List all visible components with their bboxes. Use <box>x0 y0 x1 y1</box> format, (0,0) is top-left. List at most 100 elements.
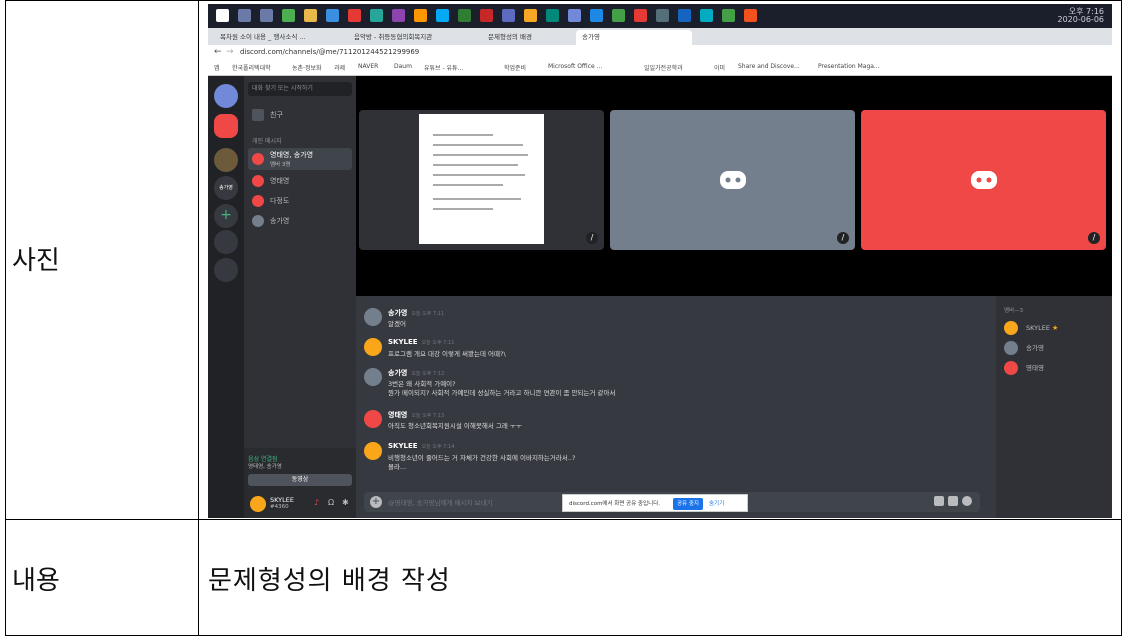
windows-start-icon[interactable] <box>216 9 229 22</box>
screen-share-notice: discord.com에서 화면 공유 중입니다. 공유 중지 숨기기 <box>562 494 748 512</box>
bookmark-item[interactable]: Share and Discove... <box>738 63 800 70</box>
app-icon[interactable] <box>700 9 713 22</box>
member-item[interactable]: 영태영 <box>1004 360 1044 376</box>
download-icon[interactable] <box>214 258 238 282</box>
app-icon[interactable] <box>656 9 669 22</box>
bookmark-item[interactable]: 일일가전공학과 <box>644 63 683 72</box>
upload-plus-icon[interactable]: + <box>370 496 382 508</box>
bookmark-item[interactable]: Daum <box>394 63 412 70</box>
mic-muted-icon: / <box>1088 232 1100 244</box>
app-icon[interactable] <box>392 9 405 22</box>
friends-icon <box>252 109 264 121</box>
dm-item-label: 송가영 <box>270 217 290 225</box>
author-name: SKYLEE <box>388 338 418 346</box>
avatar[interactable] <box>364 368 382 386</box>
voice-panel: 음성 연결됨 영태영, 송가영 동영상 SKYLEE #4360 ♪ Ω ✱ <box>244 448 356 518</box>
bookmark-item[interactable]: Microsoft Office ... <box>548 63 602 70</box>
add-server-icon[interactable]: + <box>214 204 238 228</box>
bookmark-item[interactable]: 학업준비 <box>504 63 526 72</box>
server-icon[interactable] <box>214 114 238 138</box>
avatar[interactable] <box>364 442 382 460</box>
server-icon[interactable] <box>214 148 238 172</box>
app-icon[interactable] <box>458 9 471 22</box>
chrome-icon[interactable] <box>612 9 625 22</box>
discord-logo-icon <box>719 171 746 189</box>
app-icon[interactable] <box>282 9 295 22</box>
bookmark-item[interactable]: 앱 <box>214 63 220 72</box>
app-icon[interactable] <box>634 9 647 22</box>
app-icon[interactable] <box>546 9 559 22</box>
friends-link[interactable]: 친구 <box>248 106 352 124</box>
headphones-icon[interactable]: Ω <box>328 498 334 507</box>
back-arrow-icon[interactable]: ← <box>214 47 222 57</box>
mute-icon[interactable]: ♪ <box>314 498 319 507</box>
app-icon[interactable] <box>480 9 493 22</box>
app-icon[interactable] <box>502 9 515 22</box>
hide-button[interactable]: 숨기기 <box>709 498 724 510</box>
taskbar-clock[interactable]: 오후 7:16 2020-06-06 <box>1058 8 1105 24</box>
bookmark-item[interactable]: NAVER <box>358 63 378 70</box>
search-icon[interactable] <box>238 9 251 22</box>
content-description: 문제형성의 배경 작성 <box>208 566 451 596</box>
app-icon[interactable] <box>524 9 537 22</box>
app-icon[interactable] <box>414 9 427 22</box>
message-author: SKYLEE 오늘 오후 7:14 <box>388 442 454 450</box>
gear-icon[interactable]: ✱ <box>342 498 349 507</box>
browser-tab[interactable]: 음악방 - 취등동협의회복지관 <box>348 30 484 45</box>
dm-item[interactable]: 다정도 <box>248 192 352 210</box>
avatar[interactable] <box>364 338 382 356</box>
dm-item[interactable]: 송가영 <box>248 212 352 230</box>
user-panel: SKYLEE #4360 ♪ Ω ✱ <box>244 490 356 518</box>
dm-item[interactable]: 영태영 <box>248 172 352 190</box>
discord-home-icon[interactable] <box>214 84 238 108</box>
dm-search-input[interactable]: 대화 찾기 또는 시작하기 <box>248 82 352 96</box>
avatar[interactable] <box>250 496 266 512</box>
app-icon[interactable] <box>348 9 361 22</box>
edge-icon[interactable] <box>326 9 339 22</box>
bookmark-item[interactable]: 이미 <box>714 63 725 72</box>
message-text: 비행청소년이 줄어드는 거 자체가 건강한 사회에 이바지하는거라서..? <box>388 454 576 462</box>
app-icon[interactable] <box>744 9 757 22</box>
bookmark-item[interactable]: 과제 <box>334 63 345 72</box>
avatar <box>1004 341 1018 355</box>
gif-icon[interactable] <box>948 496 958 506</box>
row-label-photo: 사진 <box>12 246 60 276</box>
folder-icon[interactable] <box>304 9 317 22</box>
app-icon[interactable] <box>678 9 691 22</box>
browser-tab[interactable]: 목차원 소이 내용 _ 행사소식 ... <box>214 30 350 45</box>
address-bar[interactable]: ← → discord.com/channels/@me/71120124452… <box>208 45 1112 62</box>
video-button[interactable]: 동영상 <box>248 474 352 486</box>
forward-arrow-icon[interactable]: → <box>226 47 234 57</box>
member-item[interactable]: 송가영 <box>1004 340 1044 356</box>
doc-line <box>433 184 503 186</box>
browser-tab[interactable]: 문제형성의 배경 <box>482 30 578 45</box>
bookmark-item[interactable]: Presentation Maga... <box>818 63 880 70</box>
app-icon[interactable] <box>370 9 383 22</box>
avatar[interactable] <box>364 410 382 428</box>
app-icon[interactable] <box>590 9 603 22</box>
member-item[interactable]: SKYLEE ★ <box>1004 320 1058 336</box>
mic-muted-icon: / <box>586 232 598 244</box>
browser-tab-active[interactable]: 송가영 <box>576 30 692 45</box>
explore-icon[interactable] <box>214 230 238 254</box>
discord-taskbar-icon[interactable] <box>568 9 581 22</box>
task-view-icon[interactable] <box>260 9 273 22</box>
bookmark-item[interactable]: 유튜브 - 유튜... <box>424 63 463 72</box>
doc-line <box>433 198 521 200</box>
stop-sharing-button[interactable]: 공유 중지 <box>673 498 703 510</box>
message-time: 오늘 오후 7:11 <box>411 311 445 317</box>
bookmark-item[interactable]: 한국폴리텍대학 <box>232 63 271 72</box>
server-rail: 송가영 + <box>208 76 244 518</box>
screen-share-tile[interactable]: / <box>359 110 604 250</box>
emoji-icon[interactable] <box>962 496 972 506</box>
server-icon[interactable]: 송가영 <box>214 176 238 200</box>
app-icon[interactable] <box>722 9 735 22</box>
gift-icon[interactable] <box>934 496 944 506</box>
app-icon[interactable] <box>436 9 449 22</box>
bookmark-item[interactable]: 농촌·정보화 <box>292 63 322 72</box>
video-tile[interactable]: / <box>861 110 1106 250</box>
video-tile[interactable]: / <box>610 110 855 250</box>
dm-item-group[interactable]: 영태영, 송가영 멤버 3명 <box>248 148 352 170</box>
avatar[interactable] <box>364 308 382 326</box>
url-text[interactable]: discord.com/channels/@me/711201244521299… <box>240 48 419 56</box>
